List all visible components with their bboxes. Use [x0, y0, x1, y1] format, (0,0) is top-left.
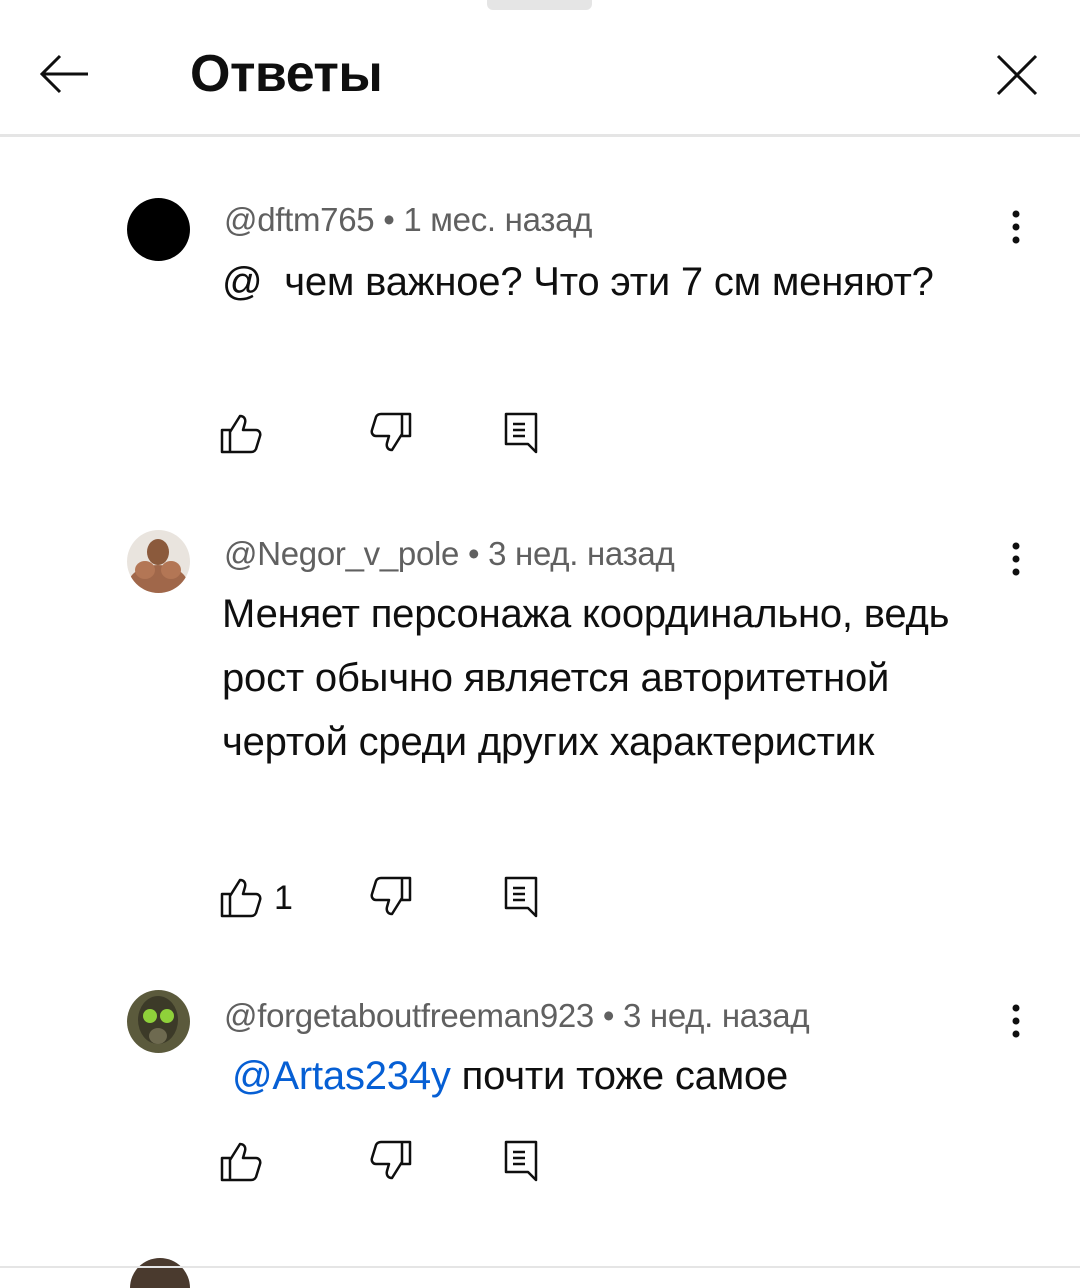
- like-button[interactable]: [218, 874, 264, 920]
- comment-meta: @forgetaboutfreeman923 • 3 нед. назад: [224, 996, 810, 1036]
- comment-at-prefix: @: [222, 260, 285, 304]
- like-button[interactable]: [218, 410, 264, 456]
- reply-icon: [502, 1138, 542, 1184]
- back-button[interactable]: [38, 50, 92, 98]
- mention-link[interactable]: @Artas234y: [232, 1054, 451, 1098]
- comment-time: 3 нед. назад: [623, 997, 810, 1034]
- comment-body: Меняет персонажа координально, ведь рост…: [222, 592, 950, 764]
- avatar[interactable]: [127, 198, 190, 261]
- more-vertical-icon: [1000, 206, 1032, 250]
- comment-text: Меняет персонажа координально, ведь рост…: [222, 582, 962, 774]
- thumb-down-icon: [368, 1138, 414, 1184]
- more-vertical-icon: [1000, 538, 1032, 582]
- avatar[interactable]: [127, 530, 190, 593]
- like-count: 1: [274, 879, 293, 917]
- like-button[interactable]: [218, 1138, 264, 1184]
- comment-text: @ чем важное? Что эти 7 см меняют?: [222, 250, 962, 314]
- reply-icon: [502, 874, 542, 920]
- thumb-up-icon: [218, 1138, 264, 1184]
- comment-body: почти тоже самое: [450, 1054, 789, 1098]
- comment-author[interactable]: @dftm765: [224, 201, 375, 238]
- reply-button[interactable]: [502, 874, 542, 920]
- arrow-left-icon: [38, 50, 92, 98]
- comment-time: 1 мес. назад: [403, 201, 593, 238]
- reply-button[interactable]: [502, 1138, 542, 1184]
- thumb-down-icon: [368, 874, 414, 920]
- close-button[interactable]: [994, 52, 1040, 98]
- meta-separator: •: [383, 201, 395, 238]
- more-options-button[interactable]: [1000, 1000, 1032, 1044]
- dislike-button[interactable]: [368, 1138, 414, 1184]
- more-vertical-icon: [1000, 1000, 1032, 1044]
- meta-separator: •: [467, 535, 480, 572]
- replies-header: Ответы: [0, 0, 1080, 137]
- more-options-button[interactable]: [1000, 538, 1032, 582]
- comment-author[interactable]: @Negor_v_pole: [224, 535, 459, 572]
- comment-time: 3 нед. назад: [488, 535, 675, 572]
- reply-icon: [502, 410, 542, 456]
- comment-actions: [218, 410, 578, 460]
- more-options-button[interactable]: [1000, 206, 1032, 250]
- reply-button[interactable]: [502, 410, 542, 456]
- dislike-button[interactable]: [368, 874, 414, 920]
- next-comment-avatar-partial: [130, 1258, 190, 1288]
- comment-actions: [218, 1138, 578, 1188]
- comment-meta: @Negor_v_pole • 3 нед. назад: [224, 534, 675, 574]
- comment-author[interactable]: @forgetaboutfreeman923: [224, 997, 594, 1034]
- bottom-divider: [0, 1266, 1080, 1268]
- avatar[interactable]: [127, 990, 190, 1053]
- comment-body: чем важное? Что эти 7 см меняют?: [284, 260, 934, 304]
- comment-actions: 1: [218, 874, 578, 924]
- dislike-button[interactable]: [368, 410, 414, 456]
- close-icon: [994, 52, 1040, 98]
- page-title: Ответы: [190, 45, 383, 103]
- thumb-up-icon: [218, 410, 264, 456]
- comment-text: @Artas234y почти тоже самое: [232, 1044, 972, 1108]
- comment-meta: @dftm765 • 1 мес. назад: [224, 200, 592, 240]
- meta-separator: •: [602, 997, 615, 1034]
- thumb-down-icon: [368, 410, 414, 456]
- thumb-up-icon: [218, 874, 264, 920]
